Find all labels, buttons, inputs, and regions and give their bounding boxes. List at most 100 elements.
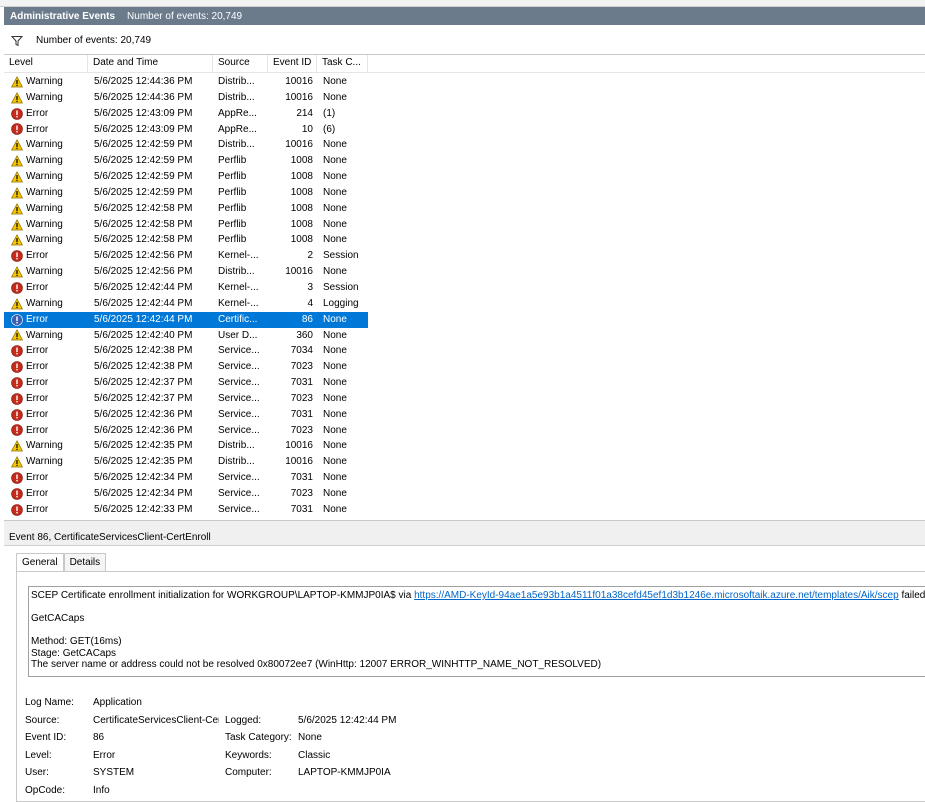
event-level: Warning [4, 90, 88, 106]
event-row[interactable]: Error 5/6/2025 12:42:36 PM Service... 7031 N… [4, 407, 925, 423]
event-task-category: None [323, 361, 347, 373]
warning-icon [11, 218, 23, 230]
tab-general[interactable]: General [16, 553, 64, 572]
event-source: Service... [218, 361, 260, 373]
event-id: 7031 [290, 503, 313, 515]
event-source: Service... [218, 472, 260, 484]
event-task-category: None [323, 202, 347, 214]
event-row[interactable]: Error 5/6/2025 12:42:34 PM Service... 7031 N… [4, 470, 925, 486]
event-row[interactable]: Warning 5/6/2025 12:44:36 PM Distrib... 100… [4, 74, 925, 90]
event-task-category: None [323, 155, 347, 167]
column-header-event-id[interactable]: Event ID [268, 55, 317, 72]
event-source: Distrib... [218, 91, 255, 103]
event-row[interactable]: Error 5/6/2025 12:42:38 PM Service... 7023 N… [4, 359, 925, 375]
event-row[interactable]: Error 5/6/2025 12:42:36 PM Service... 7023 N… [4, 423, 925, 439]
event-id: 10016 [285, 91, 313, 103]
column-header-date-time[interactable]: Date and Time [88, 55, 213, 72]
event-row[interactable]: Warning 5/6/2025 12:44:36 PM Distrib... 100… [4, 90, 925, 106]
column-header-level[interactable]: Level [4, 55, 88, 72]
column-header-source[interactable]: Source [213, 55, 268, 72]
event-id: 1008 [290, 218, 313, 230]
event-date: 5/6/2025 12:42:59 PM [94, 155, 193, 167]
error-icon [11, 282, 23, 294]
event-row[interactable]: Warning 5/6/2025 12:42:44 PM Kernel-... 4 Lo… [4, 296, 925, 312]
warning-icon [11, 155, 23, 167]
event-message-box[interactable]: SCEP Certificate enrollment initializati… [28, 586, 925, 677]
event-row[interactable]: Warning 5/6/2025 12:42:58 PM Perflib 1008 No… [4, 217, 925, 233]
event-source: Service... [218, 392, 260, 404]
event-task-category: (1) [323, 107, 336, 119]
error-icon [11, 123, 23, 136]
event-source: Distrib... [218, 440, 255, 452]
event-level: Error [4, 423, 88, 439]
error-icon [11, 503, 23, 516]
event-id: 10016 [285, 440, 313, 452]
window-top-strip [0, 0, 925, 7]
event-row[interactable]: Error 5/6/2025 12:42:37 PM Service... 7023 N… [4, 391, 925, 407]
filter-icon[interactable] [10, 34, 24, 48]
warning-icon [11, 456, 23, 468]
event-list[interactable]: Level Date and Time Source Event ID Task… [4, 55, 925, 520]
event-row[interactable]: Warning 5/6/2025 12:42:59 PM Perflib 1008 No… [4, 169, 925, 185]
event-row[interactable]: Error 5/6/2025 12:43:09 PM AppRe... 214 (1) [4, 106, 925, 122]
event-task-category: None [323, 503, 347, 515]
event-id: 10 [301, 123, 313, 135]
event-row[interactable]: Error 5/6/2025 12:42:44 PM Certific... 86 No… [4, 311, 925, 328]
warning-icon [11, 139, 23, 151]
event-id: 7034 [290, 345, 313, 357]
event-row[interactable]: Warning 5/6/2025 12:42:58 PM Perflib 1008 No… [4, 232, 925, 248]
event-row[interactable]: Error 5/6/2025 12:42:37 PM Service... 7031 N… [4, 375, 925, 391]
event-row[interactable]: Error 5/6/2025 12:43:09 PM AppRe... 10 (6) [4, 122, 925, 138]
event-row[interactable]: Warning 5/6/2025 12:42:59 PM Distrib... 100… [4, 137, 925, 153]
event-source: Certific... [213, 311, 268, 328]
event-date: 5/6/2025 12:42:38 PM [94, 345, 193, 357]
event-level: Warning [4, 328, 88, 344]
event-row[interactable]: Error 5/6/2025 12:42:56 PM Kernel-... 2 Sess… [4, 248, 925, 264]
tab-details[interactable]: Details [63, 553, 107, 571]
event-level: Error [4, 486, 88, 502]
event-row[interactable]: Error 5/6/2025 12:42:38 PM Service... 7034 N… [4, 343, 925, 359]
event-level: Warning [4, 185, 88, 201]
event-task-category: None [323, 329, 347, 341]
error-icon [11, 377, 23, 389]
event-level: Warning [4, 169, 88, 185]
event-level: Warning [4, 264, 88, 280]
event-row[interactable]: Warning 5/6/2025 12:42:59 PM Perflib 1008 No… [4, 185, 925, 201]
event-level: Error [4, 407, 88, 423]
event-date: 5/6/2025 12:42:58 PM [94, 234, 193, 246]
event-date: 5/6/2025 12:42:36 PM [94, 424, 193, 436]
event-source: Perflib [218, 171, 247, 183]
event-row[interactable]: Error 5/6/2025 12:42:34 PM Service... 7023 N… [4, 486, 925, 502]
event-row[interactable]: Warning 5/6/2025 12:42:40 PM User D... 360 N… [4, 328, 925, 344]
event-date: 5/6/2025 12:42:44 PM [94, 281, 193, 293]
event-row[interactable]: Warning 5/6/2025 12:42:35 PM Distrib... 100… [4, 438, 925, 454]
warning-icon [11, 440, 23, 452]
event-date: 5/6/2025 12:42:34 PM [94, 472, 193, 484]
event-row[interactable]: Warning 5/6/2025 12:42:35 PM Distrib... 100… [4, 454, 925, 470]
event-id: 10016 [285, 139, 313, 151]
event-row[interactable]: Warning 5/6/2025 12:42:59 PM Perflib 1008 No… [4, 153, 925, 169]
event-source: Distrib... [218, 456, 255, 468]
event-row[interactable]: Warning 5/6/2025 12:42:58 PM Perflib 1008 No… [4, 201, 925, 217]
event-date: 5/6/2025 12:42:59 PM [94, 139, 193, 151]
event-detail-header: Event 86, CertificateServicesClient-Cert… [4, 529, 925, 546]
event-row[interactable]: Warning 5/6/2025 12:42:56 PM Distrib... 100… [4, 264, 925, 280]
event-task-category: (6) [323, 123, 336, 135]
event-date: 5/6/2025 12:43:09 PM [94, 123, 193, 135]
event-row[interactable]: Error 5/6/2025 12:42:33 PM Service... 7031 N… [4, 502, 925, 518]
event-date: 5/6/2025 12:42:37 PM [94, 392, 193, 404]
event-level: Warning [4, 232, 88, 248]
warning-icon [11, 202, 23, 215]
event-source: Perflib [218, 234, 247, 246]
warning-icon [11, 91, 23, 104]
error-icon [11, 313, 23, 326]
event-id: 1008 [290, 155, 313, 167]
event-id: 7023 [290, 361, 313, 373]
warning-icon [11, 186, 23, 199]
message-line-2: GetCACaps [31, 613, 85, 624]
event-id: 7023 [290, 424, 313, 436]
event-row[interactable]: Error 5/6/2025 12:42:44 PM Kernel-... 3 Sess… [4, 280, 925, 296]
scep-url-link[interactable]: https://AMD-KeyId-94ae1a5e93b1a4511f01a3… [414, 590, 899, 601]
column-header-task-category[interactable]: Task C... [317, 55, 368, 72]
event-source: Perflib [218, 218, 247, 230]
